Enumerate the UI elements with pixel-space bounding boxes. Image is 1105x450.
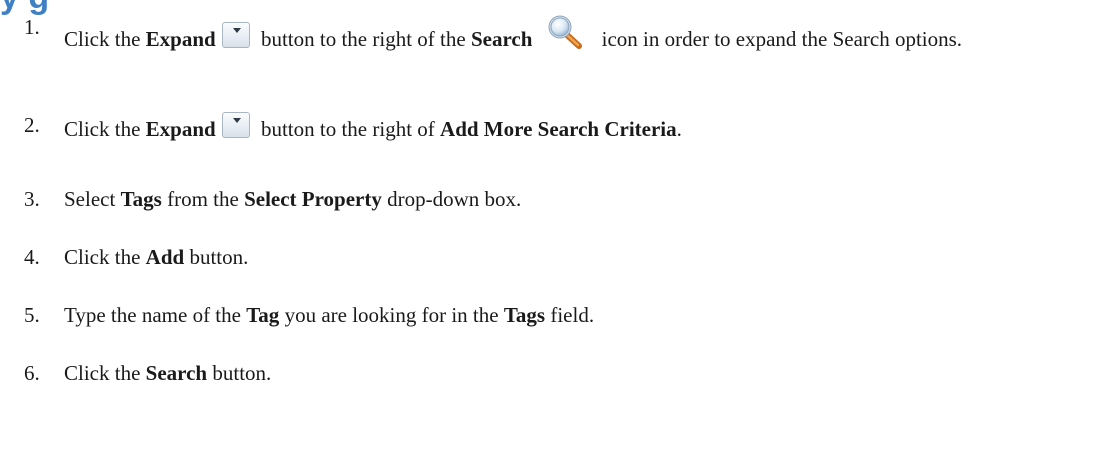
step-bold-text: Select Property — [244, 187, 382, 211]
step-bold-text: Search — [145, 361, 208, 385]
step-text: field. — [545, 303, 595, 327]
step-bold-text: Tags — [503, 303, 546, 327]
step-text: Click the — [64, 117, 146, 141]
step-number: 5. — [24, 303, 40, 327]
step-4: 4. Click the Add button. — [24, 244, 1099, 270]
step-text: Type the name of the — [64, 303, 247, 327]
step-number: 4. — [24, 245, 40, 269]
step-text: Click the — [64, 361, 146, 385]
step-number: 3. — [24, 187, 40, 211]
step-text: button. — [184, 245, 249, 269]
step-3: 3. Select Tags from the Select Property … — [24, 186, 1099, 212]
step-text: you are looking for in the — [279, 303, 504, 327]
step-text: icon in order to expand the Search optio… — [596, 27, 963, 51]
step-number: 2. — [24, 113, 40, 137]
step-2: 2. Click the Expand button to the right … — [24, 112, 1099, 142]
step-5: 5. Type the name of the Tag you are look… — [24, 302, 1099, 328]
step-bold-text: Search — [470, 27, 533, 51]
expand-button-icon — [221, 112, 250, 138]
step-text: button. — [207, 361, 272, 385]
section-heading-fragment: y g — [0, 0, 49, 14]
step-text: button to the right of the — [255, 27, 471, 51]
step-text: button to the right of — [255, 117, 441, 141]
step-bold-text: Add More Search Criteria — [440, 117, 677, 141]
step-bold-text: Tags — [120, 187, 162, 211]
step-bold-text: Expand — [145, 117, 216, 141]
expand-button-icon — [221, 22, 250, 48]
search-icon — [546, 14, 584, 52]
step-text: from the — [161, 187, 245, 211]
step-bold-text: Add — [145, 245, 185, 269]
step-6: 6. Click the Search button. — [24, 360, 1099, 386]
step-bold-text: Tag — [246, 303, 280, 327]
step-text: drop-down box. — [381, 187, 522, 211]
step-text: Click the — [64, 245, 146, 269]
step-number: 1. — [24, 15, 40, 39]
step-text: . — [676, 117, 682, 141]
step-number: 6. — [24, 361, 40, 385]
step-text: Select — [64, 187, 121, 211]
step-1: 1. Click the Expand button to the right … — [24, 14, 1099, 52]
step-bold-text: Expand — [145, 27, 216, 51]
step-text: Click the — [64, 27, 146, 51]
